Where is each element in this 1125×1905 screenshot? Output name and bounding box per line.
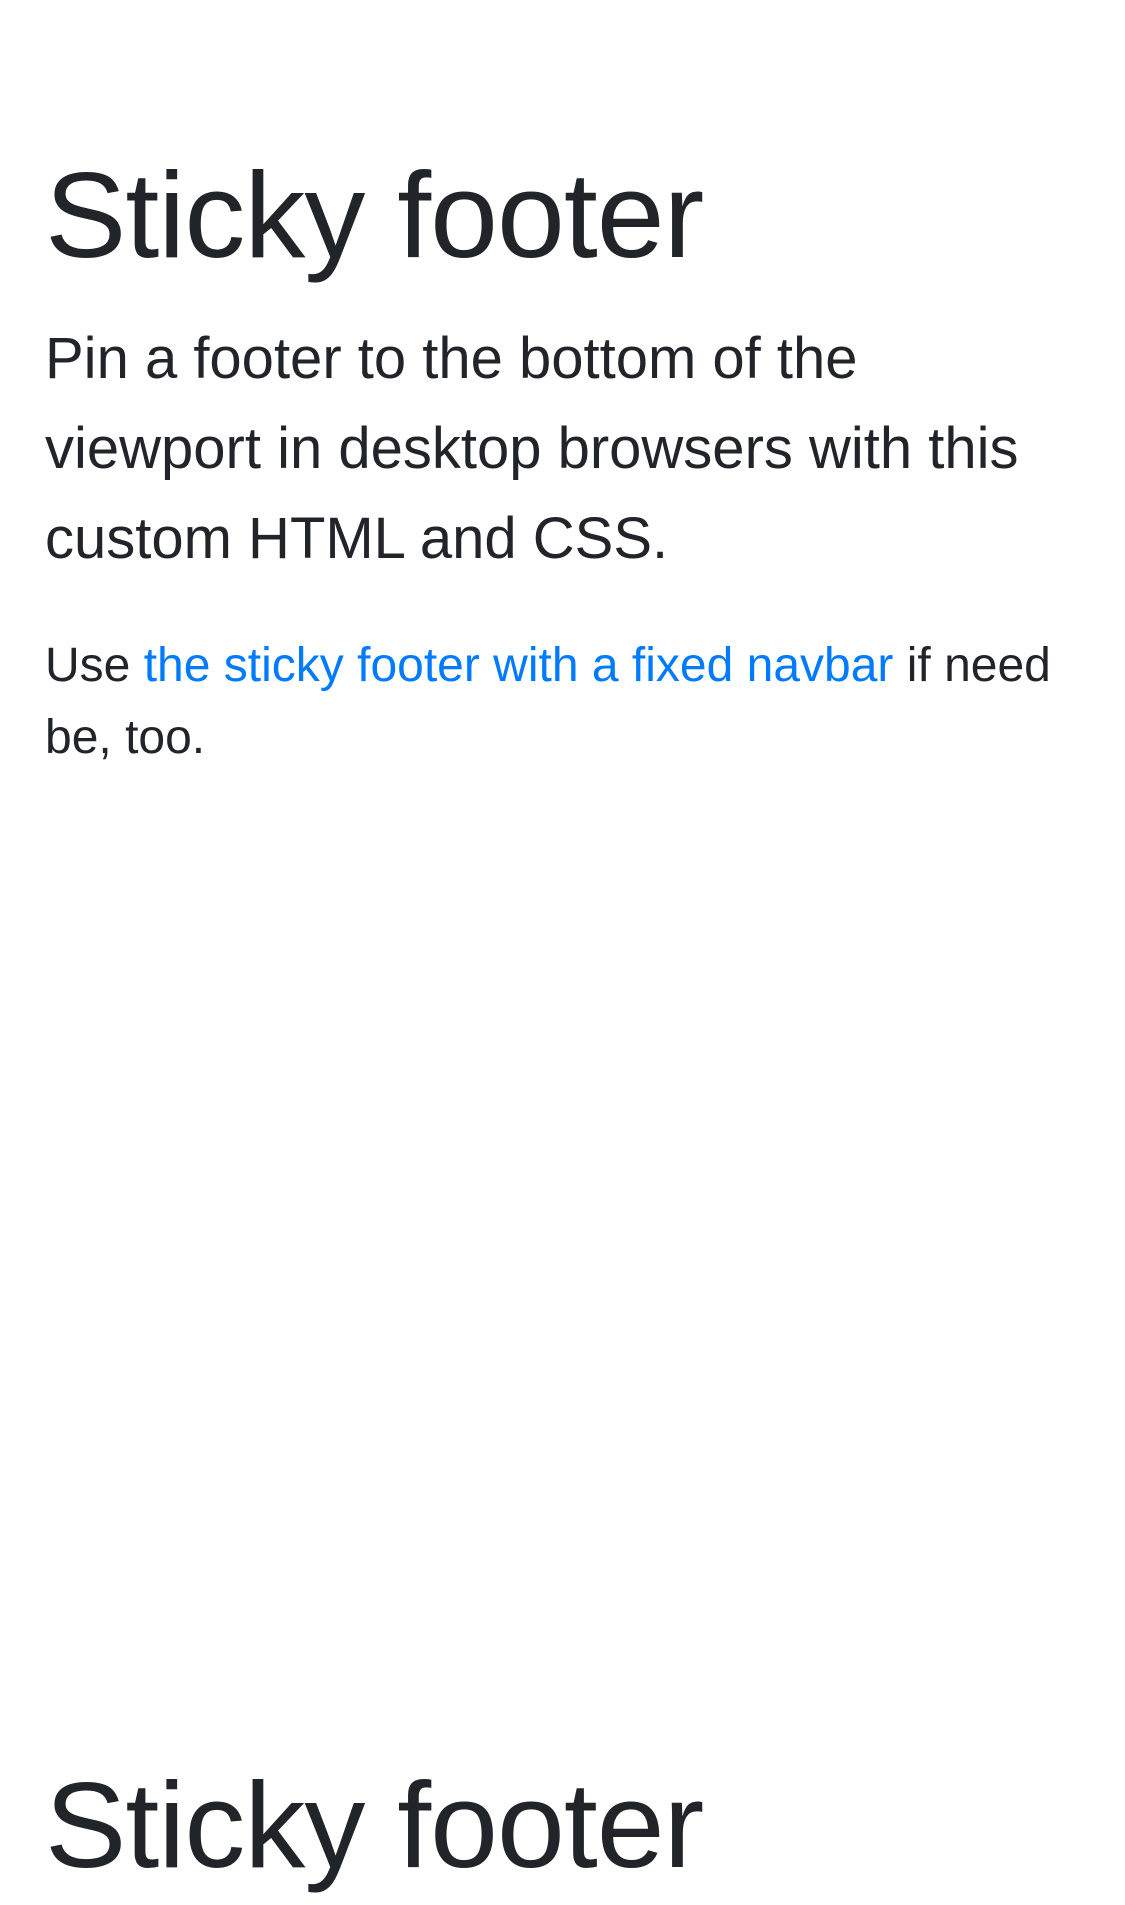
lead-paragraph: Pin a footer to the bottom of the viewpo…: [45, 326, 1019, 571]
repeated-page-title: Sticky footer: [45, 1757, 704, 1893]
fixed-navbar-link[interactable]: the sticky footer with a fixed navbar: [144, 639, 894, 692]
page-title: Sticky footer: [45, 147, 704, 283]
main-content: Sticky footer Pin a footer to the bottom…: [45, 140, 1085, 774]
body-prefix-text: Use: [45, 639, 144, 692]
body-paragraph: Use the sticky footer with a fixed navba…: [45, 630, 1085, 774]
